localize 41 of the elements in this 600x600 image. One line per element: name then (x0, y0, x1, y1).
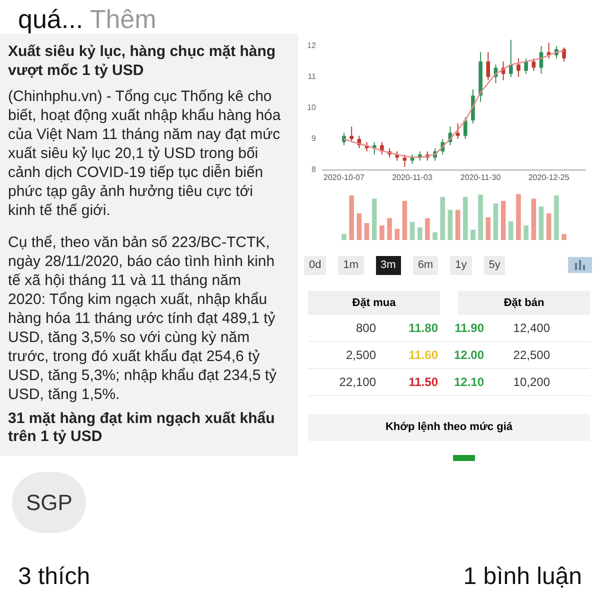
buy-price: 11.50 (408, 374, 438, 391)
volume-bar (453, 454, 475, 460)
y-axis-label: 8 (312, 165, 316, 174)
range-tab[interactable]: 0d (304, 256, 326, 274)
article-paragraph: (Chinhphu.vn) - Tổng cục Thống kê cho biết, hoạt động xuất nhập khẩu hàng hóa của Việt Nam 11 tháng năm nay đạt mức xuất siêu kỷ lục 20,1 tỷ USD trong bối cảnh dịch COVID-19 tiếp tục diễn biến phức tạp gây ảnh hưởng tiêu cực tới kinh tế thế giới. (8, 87, 282, 220)
y-axis-label: 11 (308, 72, 316, 82)
buy-price: 11.60 (408, 347, 438, 364)
x-axis-label: 2020-11-30 (460, 173, 501, 182)
bar-chart-icon (574, 260, 586, 270)
article-paragraph: Cụ thể, theo văn bản số 223/BC-TCTK, ngày 28/11/2020, báo cáo tình hình kinh tế xã hội tháng 11 và 11 tháng năm 2020: Tổng kim ngạch xuất, nhập khẩu hàng hóa 11 tháng ước tính đạt 489,1 tỷ USD, tăng 3,5% so với cùng kỳ năm trước, trong đó xuất khẩu đạt 254,6 tỷ USD, tăng 5,3%; nhập khẩu đạt 234,5 tỷ USD, tăng 1,5%. (8, 233, 278, 404)
buy-volume: 800 (354, 320, 376, 337)
article-title: Xuất siêu kỷ lục, hàng chục mặt hàng vượt mốc 1 tỷ USD (8, 42, 277, 80)
sell-header: Đặt bán (458, 290, 590, 315)
range-tab[interactable]: 6m (412, 256, 438, 274)
sell-price: 11.90 (454, 320, 484, 337)
x-axis-label: 2020-11-03 (392, 173, 432, 182)
range-tab[interactable]: 5y (484, 256, 506, 274)
x-axis-label: 2020-10-07 (324, 173, 364, 182)
buy-price: 11.80 (408, 320, 438, 337)
x-axis-label: 2020-12-25 (528, 173, 570, 182)
sell-price: 12.00 (452, 347, 484, 364)
sell-price: 12.10 (452, 374, 484, 391)
likes-count[interactable]: 3 thích (18, 559, 90, 595)
buy-volume: 22,100 (338, 374, 376, 391)
sell-volume: 22,500 (512, 347, 550, 364)
chart-type-button[interactable] (568, 257, 592, 274)
range-tab[interactable]: 3m (376, 256, 401, 274)
range-tab[interactable]: 1m (338, 256, 364, 274)
range-tab[interactable]: 1y (450, 256, 472, 274)
comments-count[interactable]: 1 bình luận (463, 559, 582, 595)
y-axis-label: 12 (307, 41, 316, 50)
section-header: Khớp lệnh theo mức giá (308, 414, 590, 440)
sell-volume: 12,400 (512, 320, 550, 337)
y-axis-label: 10 (307, 103, 316, 112)
y-axis-label: 9 (312, 134, 316, 144)
buy-header: Đặt mua (308, 290, 440, 315)
buy-volume: 2,500 (344, 347, 376, 364)
tag-chip[interactable]: SGP (12, 472, 86, 533)
article-subheading: 31 mặt hàng đạt kim ngạch xuất khẩu trên 1 tỷ USD (8, 410, 276, 446)
post-preview: quá... (18, 4, 84, 34)
sell-volume: 10,200 (512, 374, 550, 391)
